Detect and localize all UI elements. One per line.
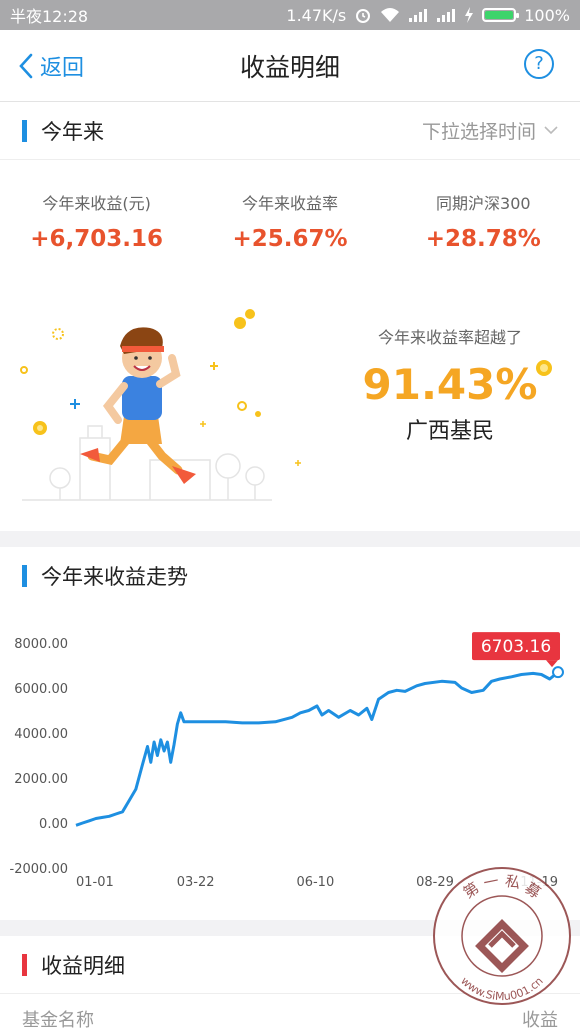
status-time: 半夜12:28 [10,7,89,26]
stat-ytd-income: 今年来收益(元) +6,703.16 [0,190,193,288]
y-tick-label: -2000.00 [10,862,68,877]
end-point-marker [552,666,564,679]
battery-icon [482,8,520,22]
trend-title: 今年来收益走势 [41,565,188,589]
stat-value: +6,703.16 [30,226,164,252]
series-line [75,671,559,827]
section-marker [22,953,27,976]
network-speed: 1.47K/s [286,5,347,25]
back-label: 返回 [40,56,85,81]
value-tooltip-arrow [546,660,558,668]
y-tick-label: 4000.00 [14,727,68,742]
y-tick-label: 2000.00 [14,772,68,787]
ranking-text: 今年来收益率超越了 91.43% 广西基民 [345,324,555,445]
stat-label: 同期沪深300 [436,194,531,213]
signal-icon [409,9,428,22]
stat-label: 今年来收益(元) [42,194,151,213]
x-tick-label: 06-10 [296,875,334,890]
col-income: 收益 [522,1010,558,1031]
ranking-percent: 91.43% [362,360,538,409]
nav-bar: 返回 收益明细 ? [0,30,580,102]
period-dropdown[interactable]: 下拉选择时间 [422,117,558,144]
wifi-icon [381,8,400,22]
period-placeholder: 下拉选择时间 [421,121,536,143]
section-marker [22,565,27,587]
stat-ytd-rate: 今年来收益率 +25.67% [193,190,386,288]
stat-value: +25.67% [232,226,348,252]
ranking-card: 今年来收益率超越了 91.43% 广西基民 [0,288,580,531]
ranking-group: 广西基民 [405,419,494,444]
stat-csi300: 同期沪深300 +28.78% [387,190,580,288]
ranking-caption: 今年来收益率超越了 [377,328,522,347]
x-tick-label: 03-22 [177,875,215,890]
x-tick-label: 01-01 [76,875,114,890]
help-button[interactable]: ? [524,49,554,79]
status-bar: 半夜12:28 1.47K/s 100% [0,0,580,30]
trend-card: 今年来收益走势 8000.00 6000.00 4000.00 2000.00 0.00… [0,547,580,920]
watermark-seal: 第 一 私 募 www.SiMu001.cn [433,867,571,1005]
page-title: 收益明细 [239,52,340,82]
y-tick-label: 8000.00 [14,637,68,652]
ytd-title: 今年来 [41,119,104,144]
trend-header: 今年来收益走势 [0,547,580,605]
signal-icon-2 [437,9,456,22]
charging-icon [465,7,474,23]
stat-label: 今年来收益率 [241,194,338,213]
chevron-down-icon [544,126,558,135]
chevron-left-icon [19,53,33,79]
alarm-icon [356,9,371,23]
ytd-card: 今年来 下拉选择时间 今年来收益(元) +6,703.16 今年来收益率 +25… [0,102,580,288]
value-tooltip-text: 6703.16 [481,637,551,657]
y-tick-label: 0.00 [39,817,68,832]
stats-row: 今年来收益(元) +6,703.16 今年来收益率 +25.67% 同期沪深30… [0,160,580,288]
section-marker [22,119,27,142]
y-tick-label: 6000.00 [14,682,68,697]
back-button[interactable]: 返回 [18,50,84,82]
runner-illustration [20,309,301,501]
stat-value: +28.78% [425,226,541,252]
col-fund-name: 基金名称 [22,1010,94,1031]
battery-percent: 100% [524,5,570,25]
ytd-header: 今年来 下拉选择时间 [0,102,580,160]
